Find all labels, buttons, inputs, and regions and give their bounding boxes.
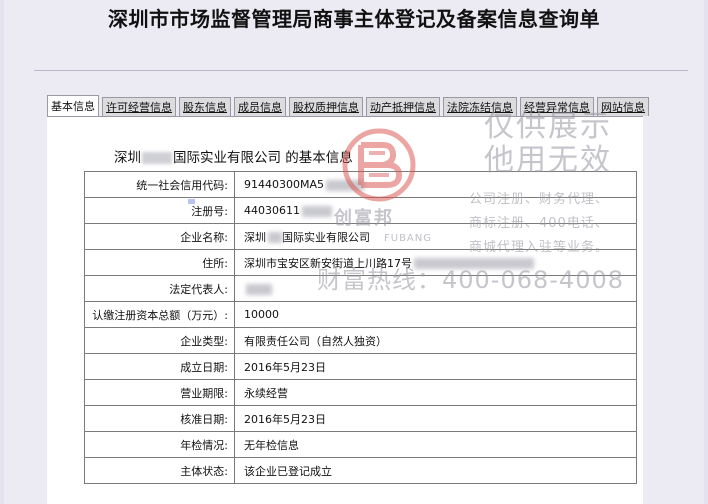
field-label: 统一社会信用代码:: [84, 171, 235, 198]
basic-info-table: 统一社会信用代码: 91440300MA5 注册号: 44030611 企业名称…: [84, 171, 637, 484]
field-label: 成立日期:: [84, 353, 235, 380]
credit-code-value: 91440300MA5: [244, 178, 325, 191]
tab-basic-info[interactable]: 基本信息: [47, 95, 99, 116]
field-label: 注册号:: [84, 197, 235, 224]
field-value: 深圳市宝安区新安街道上川路17号: [234, 249, 637, 276]
company-heading-suffix: 国际实业有限公司 的基本信息: [173, 150, 353, 166]
field-label: 企业名称:: [84, 223, 235, 250]
field-label: 年检情况:: [84, 431, 235, 458]
entity-status-value: 该企业已登记成立: [234, 457, 637, 484]
table-row: 统一社会信用代码: 91440300MA5: [84, 171, 637, 198]
title-divider: [34, 70, 688, 71]
field-value: 91440300MA5: [234, 171, 637, 198]
tab-license-info[interactable]: 许可经营信息: [102, 97, 176, 116]
redacted-block: [246, 283, 272, 295]
company-heading-prefix: 深圳: [114, 150, 141, 166]
tab-bar: 基本信息 许可经营信息 股东信息 成员信息 股权质押信息 动产抵押信息 法院冻结…: [47, 95, 652, 116]
company-name-suffix: 国际实业有限公司: [282, 230, 370, 244]
field-value: 深圳 国际实业有限公司: [234, 223, 637, 250]
redacted-block: [414, 258, 534, 269]
field-label: 企业类型:: [84, 327, 235, 354]
table-row: 主体状态: 该企业已登记成立: [84, 457, 637, 484]
field-label: 认缴注册资本总额（万元）:: [84, 301, 235, 328]
approval-date-value: 2016年5月23日: [234, 405, 637, 432]
field-label: 核准日期:: [84, 405, 235, 432]
redacted-block: [326, 179, 365, 191]
tab-court-freeze-info[interactable]: 法院冻结信息: [443, 97, 517, 116]
business-term-value: 永续经营: [234, 379, 637, 406]
table-row: 成立日期: 2016年5月23日: [84, 353, 637, 380]
table-row: 年检情况: 无年检信息: [84, 431, 637, 458]
tab-shareholder-info[interactable]: 股东信息: [179, 97, 231, 116]
tab-website-info[interactable]: 网站信息: [597, 97, 649, 116]
table-row: 认缴注册资本总额（万元）: 10000: [84, 301, 637, 328]
field-value: [234, 275, 637, 302]
annual-inspection-value: 无年检信息: [234, 431, 637, 458]
field-value: 44030611: [234, 197, 637, 224]
tab-chattel-mortgage-info[interactable]: 动产抵押信息: [366, 97, 440, 116]
redacted-block: [142, 152, 172, 164]
company-name-value: 深圳: [244, 230, 266, 244]
tab-member-info[interactable]: 成员信息: [234, 97, 286, 116]
tab-abnormal-operation-info[interactable]: 经营异常信息: [520, 97, 594, 116]
field-label: 住所:: [84, 249, 235, 276]
tab-equity-pledge-info[interactable]: 股权质押信息: [289, 97, 363, 116]
field-label: 法定代表人:: [84, 275, 235, 302]
company-type-value: 有限责任公司（自然人独资）: [234, 327, 637, 354]
table-row: 企业类型: 有限责任公司（自然人独资）: [84, 327, 637, 354]
table-row: 企业名称: 深圳 国际实业有限公司: [84, 223, 637, 250]
table-row: 注册号: 44030611: [84, 197, 637, 224]
registered-capital-value: 10000: [234, 301, 637, 328]
page-title: 深圳市市场监督管理局商事主体登记及备案信息查询单: [108, 7, 600, 31]
table-row: 核准日期: 2016年5月23日: [84, 405, 637, 432]
registration-number-value: 44030611: [244, 204, 300, 217]
table-row: 法定代表人:: [84, 275, 637, 302]
company-heading: 深圳 国际实业有限公司 的基本信息: [114, 146, 353, 166]
redacted-block: [302, 205, 332, 217]
redacted-block: [268, 232, 282, 243]
table-row: 住所: 深圳市宝安区新安街道上川路17号: [84, 249, 637, 276]
query-form-page: 深圳市市场监督管理局商事主体登记及备案信息查询单 基本信息 许可经营信息 股东信…: [0, 0, 708, 504]
establishment-date-value: 2016年5月23日: [234, 353, 637, 380]
field-label: 主体状态:: [84, 457, 235, 484]
table-row: 营业期限: 永续经营: [84, 379, 637, 406]
field-label: 营业期限:: [84, 379, 235, 406]
address-value: 深圳市宝安区新安街道上川路17号: [244, 256, 412, 270]
